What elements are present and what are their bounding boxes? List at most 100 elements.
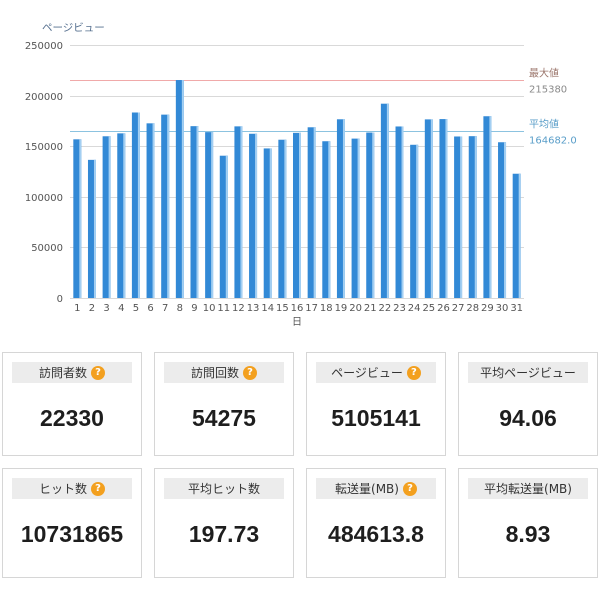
- x-axis-ticks: 1 2 3 4 5 6 7 8 9 10 11 12 13 14 15 16 17 18 19 20 21 22 23 24 2…: [74, 303, 523, 314]
- stat-label: 平均ヒット数: [187, 482, 260, 496]
- bar-highlight: [284, 139, 287, 298]
- x-tick-label: 30: [496, 303, 509, 314]
- bar-highlight: [430, 119, 433, 298]
- x-tick-label: 29: [481, 303, 494, 314]
- bar-highlight: [123, 133, 126, 298]
- x-tick-label: 10: [203, 303, 216, 314]
- stat-card-header: 訪問回数: [164, 362, 284, 383]
- x-tick-label: 18: [320, 303, 333, 314]
- bar-highlight: [196, 126, 199, 298]
- stat-label: ページビュー: [331, 366, 403, 380]
- stat-label: 訪問回数: [190, 366, 239, 380]
- x-tick-label: 7: [162, 303, 168, 314]
- stat-card-header: 平均ページビュー: [468, 362, 588, 383]
- bar-highlight: [489, 116, 492, 299]
- x-tick-label: 13: [247, 303, 260, 314]
- x-tick-label: 15: [276, 303, 289, 314]
- stat-label: 転送量(MB): [335, 482, 399, 496]
- bar-highlight: [137, 112, 140, 298]
- x-tick-label: 9: [191, 303, 197, 314]
- x-tick-label: 5: [133, 303, 139, 314]
- x-tick-label: 25: [422, 303, 435, 314]
- bar-highlight: [504, 142, 507, 298]
- bar-highlight: [269, 148, 272, 298]
- bar-highlight: [108, 136, 111, 298]
- stat-value: 22330: [40, 405, 104, 431]
- x-tick-label: 20: [349, 303, 362, 314]
- stat-card-header: 転送量(MB): [316, 478, 436, 499]
- y-axis-title: ページビュー: [42, 22, 105, 34]
- y-tick-label: 0: [57, 294, 63, 305]
- stat-card-header: 平均転送量(MB): [468, 478, 588, 499]
- stat-card-header: 訪問者数: [12, 362, 132, 383]
- bar-highlight: [474, 136, 477, 298]
- x-tick-label: 14: [261, 303, 274, 314]
- stat-card-header: 平均ヒット数: [164, 478, 284, 499]
- x-tick-label: 19: [335, 303, 348, 314]
- reference-line-value: 215380: [529, 85, 567, 96]
- bar-highlight: [460, 136, 463, 298]
- bar-highlight: [255, 133, 258, 298]
- bar-highlight: [328, 141, 331, 298]
- bar-highlight: [445, 119, 448, 298]
- stat-value: 197.73: [188, 521, 260, 547]
- bar-highlight: [79, 139, 82, 298]
- bar-highlight: [152, 123, 155, 298]
- summary-row: 訪問者数 22330 訪問回数 54275 ページビュー 5105141 平均ペ…: [2, 352, 598, 456]
- help-icon[interactable]: [243, 365, 257, 380]
- help-icon[interactable]: [406, 365, 421, 380]
- stat-card-avg-pageviews: 平均ページビュー 94.06: [458, 352, 598, 456]
- x-tick-label: 8: [177, 303, 183, 314]
- bar-highlight: [225, 155, 228, 298]
- x-tick-label: 17: [305, 303, 318, 314]
- reference-line-value: 164682.0: [529, 136, 577, 147]
- bar-highlight: [386, 103, 389, 298]
- x-tick-label: 31: [510, 303, 523, 314]
- bar-highlight: [93, 159, 96, 298]
- stat-value: 94.06: [499, 405, 557, 431]
- summary-row: ヒット数 10731865 平均ヒット数 197.73 転送量(MB) 4846…: [2, 468, 598, 578]
- bar-highlight: [401, 126, 404, 298]
- x-tick-label: 22: [379, 303, 392, 314]
- summary-panel: 訪問者数 22330 訪問回数 54275 ページビュー 5105141 平均ペ…: [2, 352, 598, 578]
- stat-card-avg-hits: 平均ヒット数 197.73: [154, 468, 294, 578]
- bars: [73, 80, 521, 299]
- stat-value: 8.93: [505, 521, 551, 547]
- stat-card-avg-transfer: 平均転送量(MB) 8.93: [458, 468, 598, 578]
- x-tick-label: 23: [393, 303, 406, 314]
- y-tick-label: 200000: [25, 92, 63, 103]
- help-icon[interactable]: [402, 481, 417, 496]
- reference-line-label: 最大値: [529, 67, 559, 80]
- x-tick-label: 16: [291, 303, 304, 314]
- stat-label: 平均ページビュー: [480, 366, 576, 380]
- x-tick-label: 28: [466, 303, 479, 314]
- help-icon[interactable]: [91, 481, 105, 496]
- x-tick-label: 1: [74, 303, 80, 314]
- y-tick-label: 100000: [25, 193, 63, 204]
- x-tick-label: 2: [89, 303, 95, 314]
- x-tick-label: 12: [232, 303, 245, 314]
- bar-highlight: [299, 132, 301, 298]
- stat-value: 5105141: [331, 405, 421, 431]
- x-tick-label: 11: [217, 303, 230, 314]
- stat-value: 54275: [192, 405, 256, 431]
- bar-highlight: [518, 173, 521, 298]
- stat-label: 平均転送量(MB): [484, 482, 572, 496]
- x-tick-label: 21: [364, 303, 377, 314]
- x-tick-label: 24: [408, 303, 421, 314]
- x-tick-label: 6: [147, 303, 153, 314]
- bar-highlight: [357, 138, 360, 298]
- x-axis-title: 日: [292, 317, 302, 328]
- pageview-bar-chart: ページビュー 最大値 215380 平均値 164682.0 0 50000 100000…: [25, 22, 577, 328]
- bar-highlight: [240, 126, 243, 298]
- bar-highlight: [181, 80, 184, 298]
- stat-card-visits: 訪問回数 54275: [154, 352, 294, 456]
- bar-highlight: [416, 144, 419, 298]
- stat-card-transfer: 転送量(MB) 484613.8: [306, 468, 446, 578]
- x-tick-label: 4: [118, 303, 124, 314]
- stat-card-pageviews: ページビュー 5105141: [306, 352, 446, 456]
- bar-highlight: [313, 127, 316, 298]
- stat-card-hits: ヒット数 10731865: [2, 468, 142, 578]
- x-tick-label: 3: [103, 303, 109, 314]
- help-icon[interactable]: [91, 365, 105, 380]
